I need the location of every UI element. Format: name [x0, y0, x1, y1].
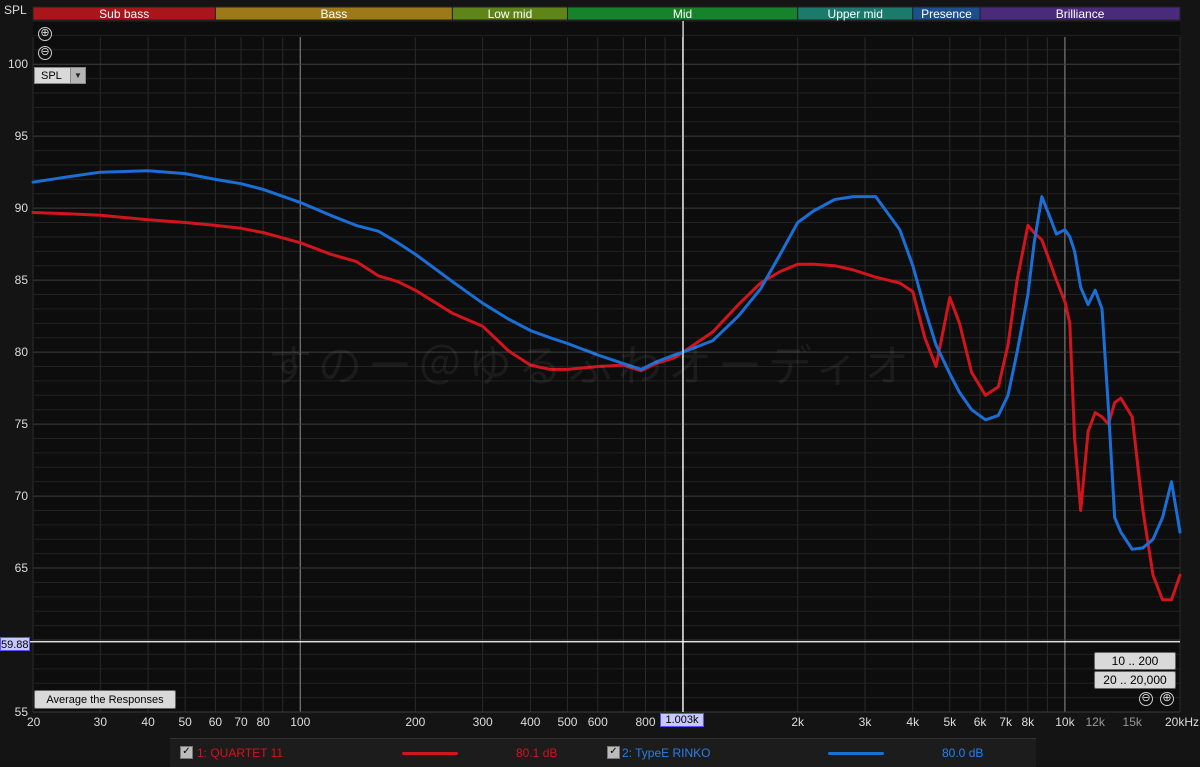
display-mode-value: SPL — [41, 70, 62, 82]
x-tick-label: 10k — [1055, 715, 1075, 729]
x-tick-label: 12k — [1086, 715, 1106, 729]
zoom-in-vertical-icon[interactable]: ⊕ — [38, 27, 52, 41]
y-tick-label: 65 — [15, 561, 29, 575]
x-tick-label: 8k — [1022, 715, 1036, 729]
y-tick-label: 75 — [15, 417, 29, 431]
x-tick-label: 300 — [473, 715, 493, 729]
x-tick-label: 20 — [27, 715, 41, 729]
x-tick-label: 6k — [974, 715, 988, 729]
chevron-down-icon[interactable]: ▼ — [70, 68, 85, 83]
x-tick-label: 20kHz — [1165, 715, 1199, 729]
x-tick-label: 100 — [290, 715, 310, 729]
x-tick-label: 30 — [94, 715, 108, 729]
x-tick-label: 4k — [906, 715, 920, 729]
series-2-level: 80.0 dB — [942, 746, 984, 760]
y-tick-label: 70 — [15, 489, 29, 503]
y-tick-label: 95 — [15, 129, 29, 143]
x-tick-label: 70 — [234, 715, 248, 729]
x-tick-label: 400 — [520, 715, 540, 729]
series-1-level: 80.1 dB — [516, 746, 558, 760]
band-label: Presence — [921, 7, 972, 21]
y-tick-label: 90 — [15, 201, 29, 215]
band-label: Bass — [321, 7, 348, 21]
x-tick-label: 200 — [405, 715, 425, 729]
band-label: Mid — [673, 7, 692, 21]
x-tick-label: 5k — [943, 715, 957, 729]
band-label: Sub bass — [99, 7, 149, 21]
x-tick-label: 500 — [557, 715, 577, 729]
x-tick-label: 60 — [209, 715, 223, 729]
band-label: Low mid — [488, 7, 533, 21]
x-tick-label: 50 — [178, 715, 192, 729]
display-mode-select[interactable]: SPL ▼ — [34, 67, 86, 84]
legend-bar: ✓ 1: QUARTET 11 80.1 dB ✓ 2: TypeE RINKO… — [170, 738, 1036, 767]
series-1-checkbox[interactable]: ✓ — [180, 746, 193, 759]
y-axis-label: SPL — [4, 3, 27, 17]
series-2-checkbox[interactable]: ✓ — [607, 746, 620, 759]
series-2-name: 2: TypeE RINKO — [622, 746, 711, 760]
x-tick-label: 3k — [859, 715, 873, 729]
series-1-swatch — [402, 752, 458, 755]
cursor-x-readout: 1.003k — [660, 713, 704, 727]
watermark-text: すのー＠ゆるふわオーディオ — [268, 341, 915, 392]
x-tick-label: 2k — [791, 715, 805, 729]
y-tick-label: 100 — [8, 57, 28, 71]
zoom-out-vertical-icon[interactable]: ⊖ — [38, 46, 52, 60]
x-tick-label: 7k — [999, 715, 1013, 729]
series-2-swatch — [828, 752, 884, 755]
zoom-in-horizontal-icon[interactable]: ⊕ — [1160, 692, 1174, 706]
cursor-y-readout: 59.88 — [0, 637, 30, 651]
x-tick-label: 600 — [588, 715, 608, 729]
average-responses-button[interactable]: Average the Responses — [34, 690, 176, 709]
zoom-out-horizontal-icon[interactable]: ⊖ — [1139, 692, 1153, 706]
x-tick-label: 40 — [141, 715, 155, 729]
range-10-200-button[interactable]: 10 .. 200 — [1094, 652, 1176, 670]
range-20-20000-button[interactable]: 20 .. 20,000 — [1094, 671, 1176, 689]
series-1-name: 1: QUARTET 11 — [197, 746, 284, 760]
band-label: Upper mid — [828, 7, 883, 21]
x-tick-label: 800 — [636, 715, 656, 729]
y-tick-label: 80 — [15, 345, 29, 359]
y-tick-label: 85 — [15, 273, 29, 287]
frequency-band-bar: Sub bass Bass Low mid Mid Upper mid Presence B… — [32, 6, 1181, 21]
x-tick-label: 80 — [257, 715, 271, 729]
x-tick-label: 15k — [1123, 715, 1143, 729]
band-label: Brilliance — [1056, 7, 1105, 21]
